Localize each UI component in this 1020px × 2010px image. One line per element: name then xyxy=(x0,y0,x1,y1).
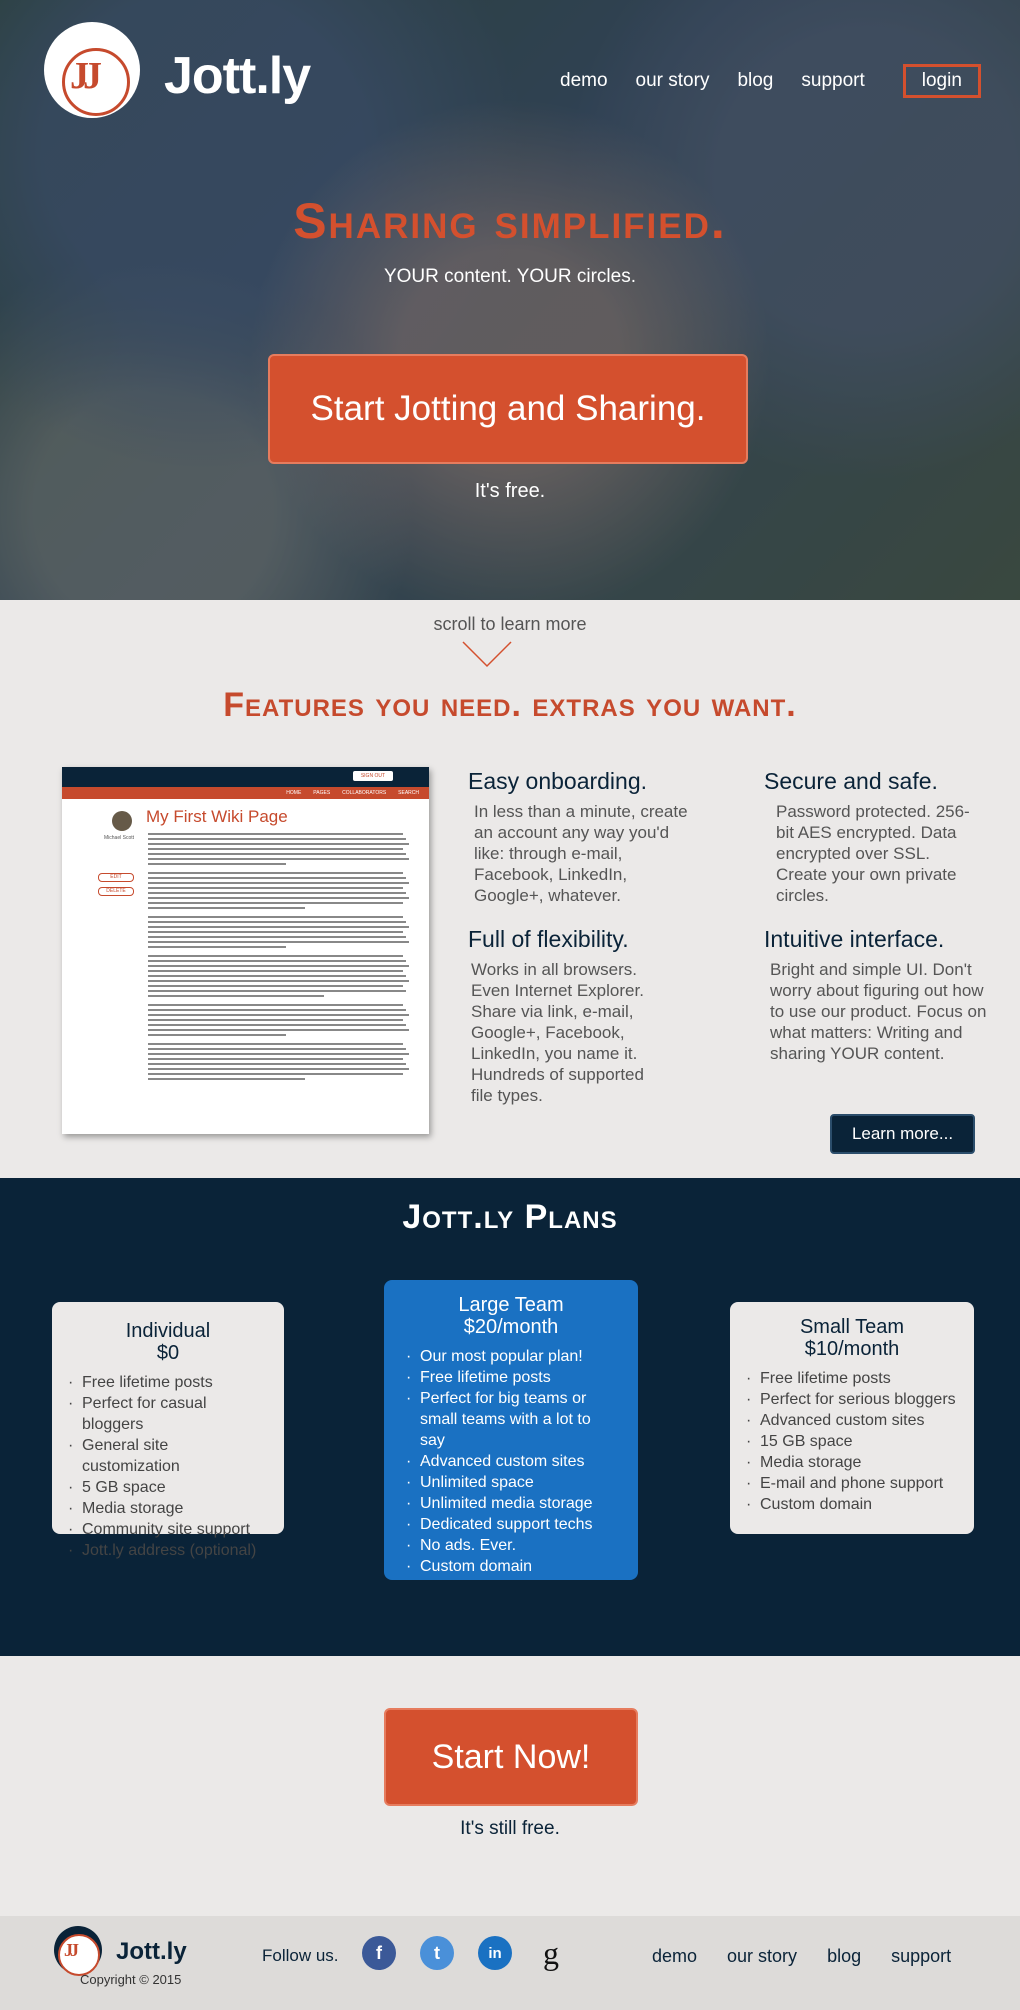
nav-support[interactable]: support xyxy=(801,70,864,92)
wiki-edit: EDIT xyxy=(98,873,134,882)
plan-feature-item: Dedicated support techs xyxy=(404,1514,618,1535)
footer-logo-text[interactable]: Jott.ly xyxy=(116,1938,187,1966)
feature-secure: Secure and safe. Password protected. 256… xyxy=(764,768,984,906)
footer-nav-support[interactable]: support xyxy=(891,1946,951,1967)
feature-easy-onboarding: Easy onboarding. In less than a minute, … xyxy=(468,768,688,906)
plan-feature-item: 15 GB space xyxy=(744,1431,960,1452)
chevron-down-icon[interactable] xyxy=(461,640,513,668)
wiki-nav-item: PAGES xyxy=(313,790,331,796)
plan-feature-item: Custom domain xyxy=(404,1556,618,1577)
plan-features: Our most popular plan!Free lifetime post… xyxy=(404,1346,618,1577)
google-icon[interactable]: g xyxy=(534,1935,568,1971)
hero-title: Sharing simplified. xyxy=(293,193,727,249)
feature-text: Password protected. 256-bit AES encrypte… xyxy=(776,802,970,905)
wiki-nav-item: HOME xyxy=(286,790,302,796)
plan-feature-item: Advanced custom sites xyxy=(404,1451,618,1472)
footer-nav-blog[interactable]: blog xyxy=(827,1946,861,1967)
logo-mark-icon: JJ xyxy=(44,22,140,118)
plan-feature-item: Custom domain xyxy=(744,1494,960,1515)
plan-feature-item: Media storage xyxy=(66,1498,270,1519)
hero-subtitle: YOUR content. YOUR circles. xyxy=(383,266,636,287)
plan-feature-item: Free lifetime posts xyxy=(404,1367,618,1388)
hero-free-note: It's free. xyxy=(474,480,546,502)
plan-price: $0 xyxy=(156,1342,180,1364)
plan-feature-item: Jott.ly address (optional) xyxy=(66,1540,270,1561)
plan-name: Small Team xyxy=(799,1316,905,1338)
feature-text: In less than a minute, create an account… xyxy=(474,802,688,905)
plan-features: Free lifetime postsPerfect for casual bl… xyxy=(66,1372,270,1561)
plan-feature-item: Perfect for serious bloggers xyxy=(744,1389,960,1410)
plan-name: Individual xyxy=(125,1320,211,1342)
top-nav: demo our story blog support login xyxy=(560,64,981,98)
hero-section: JJ Jott.ly demo our story blog support l… xyxy=(0,0,1020,600)
plan-card-large-team[interactable]: Large Team $20/month Our most popular pl… xyxy=(384,1280,638,1580)
plan-feature-item: Perfect for casual bloggers xyxy=(66,1393,270,1435)
footer-nav: demo our story blog support xyxy=(652,1946,951,1967)
linkedin-icon[interactable]: in xyxy=(478,1936,512,1970)
plan-feature-item: Free lifetime posts xyxy=(744,1368,960,1389)
plan-feature-item: Unlimited space xyxy=(404,1472,618,1493)
plan-feature-item: No ads. Ever. xyxy=(404,1535,618,1556)
avatar xyxy=(112,811,132,831)
plan-feature-item: 5 GB space xyxy=(66,1477,270,1498)
plan-feature-item: Media storage xyxy=(744,1452,960,1473)
feature-title: Intuitive interface. xyxy=(764,926,945,952)
scroll-hint: scroll to learn more xyxy=(433,614,587,634)
copyright: Copyright © 2015 xyxy=(80,1972,182,1987)
plan-price: $10/month xyxy=(804,1338,900,1360)
plan-feature-item: Free lifetime posts xyxy=(66,1372,270,1393)
wiki-topbar: SIGN OUT xyxy=(62,767,429,787)
feature-intuitive: Intuitive interface. Bright and simple U… xyxy=(764,926,994,1064)
wiki-nav: HOME PAGES COLLABORATORS SEARCH xyxy=(62,787,429,799)
nav-our-story[interactable]: our story xyxy=(636,70,710,92)
feature-title: Full of flexibility. xyxy=(468,926,629,952)
plan-feature-item: Advanced custom sites xyxy=(744,1410,960,1431)
feature-title: Easy onboarding. xyxy=(468,768,648,794)
plan-feature-item: Perfect for big teams or small teams wit… xyxy=(404,1388,618,1451)
footer-logo-icon[interactable]: JJ xyxy=(54,1926,102,1976)
feature-title: Secure and safe. xyxy=(764,768,938,794)
logo[interactable]: JJ Jott.ly xyxy=(44,22,314,118)
feature-text: Works in all browsers. Even Internet Exp… xyxy=(471,960,644,1105)
footer-nav-our-story[interactable]: our story xyxy=(727,1946,797,1967)
follow-label: Follow us. xyxy=(262,1946,339,1965)
plan-feature-item: Unlimited media storage xyxy=(404,1493,618,1514)
feature-flexibility: Full of flexibility. Works in all browse… xyxy=(468,926,678,1106)
footer-nav-demo[interactable]: demo xyxy=(652,1946,697,1967)
logo-text: Jott.ly xyxy=(164,47,311,105)
nav-blog[interactable]: blog xyxy=(737,70,773,92)
nav-demo[interactable]: demo xyxy=(560,70,608,92)
login-button[interactable]: login xyxy=(902,64,981,98)
plan-features: Free lifetime postsPerfect for serious b… xyxy=(744,1368,960,1515)
wiki-body-text xyxy=(148,833,414,1087)
start-now-button[interactable]: Start Now! xyxy=(384,1708,638,1806)
wiki-delete: DELETE xyxy=(98,887,134,896)
plans-section: Jott.ly Plans Individual $0 Free lifetim… xyxy=(0,1178,1020,1656)
plan-card-individual[interactable]: Individual $0 Free lifetime postsPerfect… xyxy=(52,1302,284,1561)
plan-feature-item: General site customization xyxy=(66,1435,270,1477)
plan-price: $20/month xyxy=(463,1316,559,1338)
start-jotting-button[interactable]: Start Jotting and Sharing. xyxy=(268,354,748,464)
wiki-nav-item: SEARCH xyxy=(398,790,419,796)
plan-card-small-team[interactable]: Small Team $10/month Free lifetime posts… xyxy=(730,1302,974,1534)
plan-feature-item: E-mail and phone support xyxy=(744,1473,960,1494)
plans-title: Jott.ly Plans xyxy=(402,1198,618,1236)
footer: JJ Jott.ly Copyright © 2015 Follow us. f… xyxy=(0,1916,1020,2010)
learn-more-button[interactable]: Learn more... xyxy=(830,1114,975,1154)
wiki-preview-image: SIGN OUT HOME PAGES COLLABORATORS SEARCH… xyxy=(62,767,429,1134)
plan-name: Large Team xyxy=(458,1294,564,1316)
facebook-icon[interactable]: f xyxy=(362,1936,396,1970)
twitter-icon[interactable]: t xyxy=(420,1936,454,1970)
plan-feature-item: Community site support xyxy=(66,1519,270,1540)
plan-feature-item: Our most popular plan! xyxy=(404,1346,618,1367)
feature-text: Bright and simple UI. Don't worry about … xyxy=(770,960,987,1063)
wiki-page-title: My First Wiki Page xyxy=(146,807,288,826)
wiki-nav-item: COLLABORATORS xyxy=(342,790,387,796)
features-title: Features you need. extras you want. xyxy=(223,686,797,724)
wiki-user-name: Michael Scott xyxy=(103,835,134,841)
still-free-note: It's still free. xyxy=(460,1818,560,1839)
wiki-signout: SIGN OUT xyxy=(352,771,393,781)
